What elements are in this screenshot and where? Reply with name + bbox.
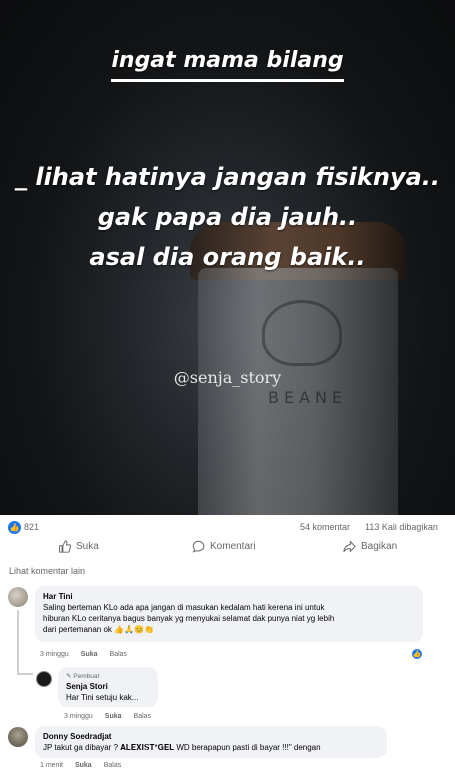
- comment-timestamp[interactable]: 1 menit: [40, 762, 63, 769]
- image-title: ingat mama bilang: [0, 48, 455, 82]
- comment-bubble: Har Tini Saling berteman KLo ada apa jan…: [35, 586, 423, 642]
- comment-text-line: dari pertemanan ok 👍🙏😊👏: [43, 625, 154, 634]
- comment-button[interactable]: Komentari: [192, 540, 256, 553]
- avatar[interactable]: [36, 671, 52, 687]
- share-button-label: Bagikan: [361, 541, 398, 552]
- avatar[interactable]: [8, 587, 28, 607]
- like-reaction-icon[interactable]: 👍: [8, 521, 21, 534]
- like-count[interactable]: 821: [24, 522, 39, 532]
- comment-reply-button[interactable]: Balas: [104, 762, 122, 769]
- comment-like-button[interactable]: Suka: [105, 713, 122, 720]
- comment-reply-button[interactable]: Balas: [134, 713, 152, 720]
- like-button-label: Suka: [76, 541, 99, 552]
- comment-icon: [192, 540, 205, 553]
- comment-button-label: Komentari: [210, 541, 256, 552]
- comment-author-name[interactable]: Donny Soedradjat: [43, 731, 379, 742]
- comment-count[interactable]: 54 komentar: [300, 522, 350, 532]
- reaction-summary: 👍 821 54 komentar 113 Kali dibagikan: [0, 518, 455, 538]
- thumbs-up-icon: [59, 540, 71, 553]
- comment-text: Har Tini setuju kak...: [66, 693, 139, 702]
- author-badge: ✎ Pembuat: [66, 673, 100, 680]
- comment-bubble: Donny Soedradjat JP takut ga dibayar ? 𝐀…: [35, 726, 387, 758]
- comment-author-name[interactable]: Har Tini: [43, 591, 415, 602]
- reply-thread-line: [17, 610, 19, 674]
- comment-meta: 3 minggu Suka Balas: [64, 713, 151, 720]
- comment-like-reaction-icon[interactable]: 👍: [411, 648, 423, 660]
- avatar[interactable]: [8, 727, 28, 747]
- share-button[interactable]: Bagikan: [343, 540, 397, 553]
- reply-thread-branch: [17, 673, 33, 675]
- view-more-comments-link[interactable]: Lihat komentar lain: [9, 566, 85, 576]
- share-icon: [343, 540, 356, 553]
- comment-like-button[interactable]: Suka: [81, 651, 98, 658]
- image-handle: @senja_story: [173, 368, 282, 387]
- comment-author-name[interactable]: Senja Stori: [66, 681, 150, 692]
- post-image[interactable]: BEANE ingat mama bilang _ lihat hatinya …: [0, 0, 455, 515]
- image-quote-line-3: asal dia orang baik..: [89, 243, 366, 271]
- comment-timestamp[interactable]: 3 minggu: [40, 651, 69, 658]
- comment-text: JP takut ga dibayar ? 𝐀𝐋𝐄𝐗𝐈𝐒𝐓*𝐆𝐄𝐋 WD ber…: [43, 743, 321, 752]
- comment-text-line: hiburan KLo ceritanya bagus banyak yg me…: [43, 614, 335, 623]
- comment-meta: 3 minggu Suka Balas: [40, 651, 127, 658]
- cup-brand-text: BEANE: [268, 388, 348, 407]
- comment-like-button[interactable]: Suka: [75, 762, 92, 769]
- comment-timestamp[interactable]: 3 minggu: [64, 713, 93, 720]
- image-quote-line-1: _ lihat hatinya jangan fisiknya..: [14, 163, 441, 191]
- reply-bubble: ✎ Pembuat Senja Stori Har Tini setuju ka…: [58, 667, 158, 707]
- image-quote-line-2: gak papa dia jauh..: [97, 203, 358, 231]
- like-button[interactable]: Suka: [58, 540, 99, 553]
- comment-meta: 1 menit Suka Balas: [40, 762, 121, 769]
- comment-text-line: Saling berteman KLo ada apa jangan di ma…: [43, 603, 325, 612]
- comment-reply-button[interactable]: Balas: [110, 651, 128, 658]
- cup-logo: [262, 300, 342, 366]
- post-action-bar: Suka Komentari Bagikan: [0, 536, 455, 558]
- share-count[interactable]: 113 Kali dibagikan: [365, 522, 438, 532]
